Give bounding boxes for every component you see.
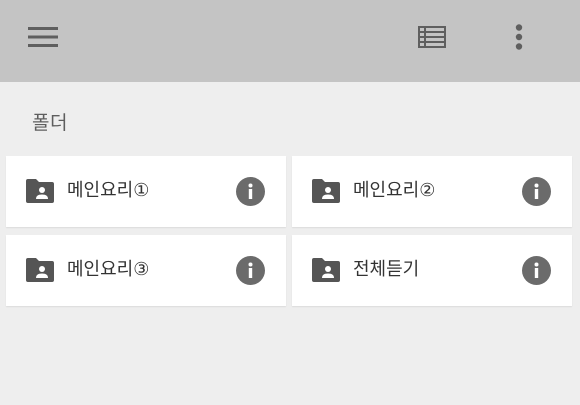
info-icon[interactable] [236,177,265,206]
folder-name: 메인요리② [353,180,436,201]
folder-name: 메인요리① [67,180,150,201]
folder-card[interactable]: 메인요리② [292,156,572,227]
folder-card[interactable]: 메인요리③ [6,235,286,306]
hamburger-menu-icon [28,27,58,47]
info-icon[interactable] [236,256,265,285]
more-options-button[interactable] [495,17,543,57]
shared-folder-icon [312,258,340,282]
info-icon[interactable] [522,256,551,285]
shared-folder-icon [312,179,340,203]
section-title: 폴더 [32,112,68,134]
shared-folder-icon [26,258,54,282]
menu-button[interactable] [19,17,67,57]
folder-name: 전체듣기 [353,259,420,280]
folder-card[interactable]: 메인요리① [6,156,286,227]
folder-name: 메인요리③ [67,259,150,280]
shared-folder-icon [26,179,54,203]
more-vertical-icon [515,24,523,50]
app-toolbar [0,0,580,82]
info-icon[interactable] [522,177,551,206]
list-view-icon [418,26,446,48]
folder-card[interactable]: 전체듣기 [292,235,572,306]
list-view-button[interactable] [408,17,456,57]
